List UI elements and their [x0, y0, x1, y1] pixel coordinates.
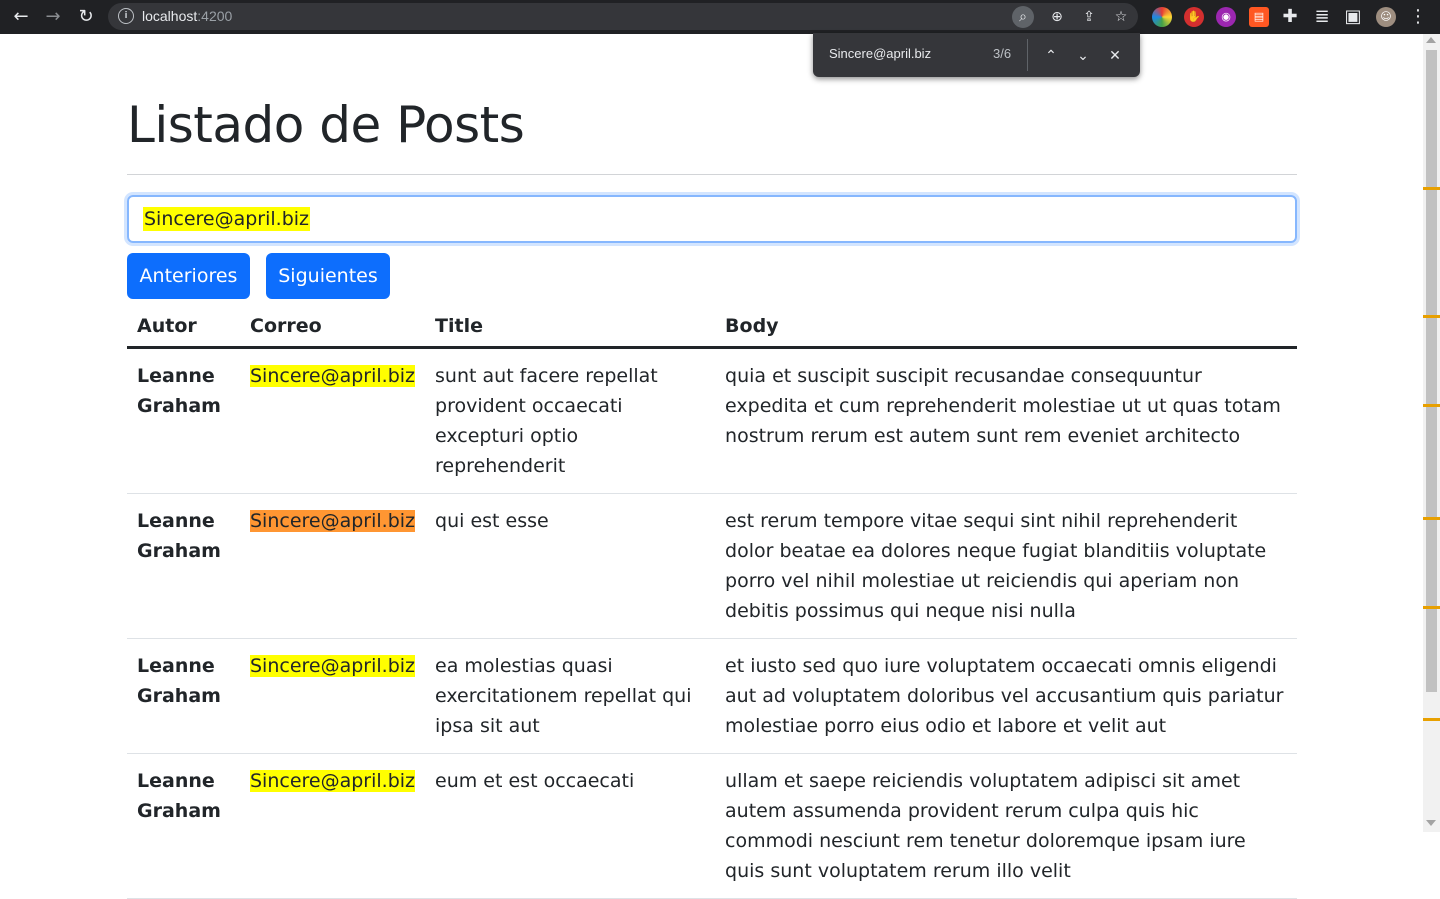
find-match-marker: [1423, 404, 1440, 407]
find-previous-icon[interactable]: ⌃: [1039, 43, 1063, 67]
body-cell: est rerum tempore vitae sequi sint nihil…: [715, 493, 1297, 639]
url-port: :4200: [197, 8, 233, 24]
media-queue-icon[interactable]: ≣: [1309, 4, 1335, 30]
table-header-row: Autor Correo Title Body: [127, 306, 1297, 349]
profile-avatar-icon[interactable]: ☺: [1376, 7, 1396, 27]
address-bar[interactable]: i localhost:4200 ⌕ ⊕ ⇪ ☆: [108, 3, 1138, 30]
title-divider: [127, 174, 1297, 175]
scrollbar-thumb[interactable]: [1426, 50, 1437, 692]
scroll-up-arrow-icon[interactable]: [1426, 37, 1436, 43]
extensions-puzzle-icon[interactable]: ✚: [1277, 4, 1303, 30]
author-cell: Leanne Graham: [127, 638, 240, 754]
search-input-value: Sincere@april.biz: [143, 207, 311, 231]
table-row: Leanne Graham Sincere@april.biz ea moles…: [127, 638, 1297, 754]
table-row: Leanne Graham Sincere@april.biz sunt aut…: [127, 347, 1297, 494]
find-match-marker: [1423, 315, 1440, 318]
find-close-icon[interactable]: ✕: [1103, 43, 1127, 67]
share-icon[interactable]: ⇪: [1078, 6, 1100, 28]
table-row: Leanne Graham Sincere@april.biz eum et e…: [127, 753, 1297, 899]
body-cell: quia et suscipit suscipit recusandae con…: [715, 347, 1297, 494]
email-cell: Sincere@april.biz: [240, 638, 426, 754]
find-match-marker: [1423, 517, 1440, 520]
find-in-page-icon[interactable]: ⌕: [1012, 6, 1034, 28]
title-cell: sunt aut facere repellat provident occae…: [425, 347, 716, 494]
page-title: Listado de Posts: [127, 96, 525, 154]
email-cell: Sincere@april.biz: [240, 753, 426, 899]
sidebar-icon[interactable]: ▣: [1340, 4, 1366, 30]
email-match-highlight: Sincere@april.biz: [250, 365, 416, 387]
find-match-marker: [1423, 606, 1440, 609]
url-text: localhost:4200: [142, 8, 232, 24]
title-cell: ea molestias quasi exercitationem repell…: [425, 638, 716, 754]
find-match-marker: [1423, 187, 1440, 190]
browser-toolbar: ← → ↻ i localhost:4200 ⌕ ⊕ ⇪ ☆ ✋ ◉ ▤ ✚ ≣…: [0, 0, 1440, 34]
off-extension-icon[interactable]: ▤: [1249, 7, 1269, 27]
column-header-autor: Autor: [127, 306, 240, 349]
author-cell: Leanne Graham: [127, 753, 240, 899]
color-extension-icon[interactable]: [1152, 7, 1172, 27]
menu-kebab-icon[interactable]: ⋮: [1405, 4, 1431, 30]
find-match-count: 3/6: [993, 46, 1012, 61]
body-cell: ullam et saepe reiciendis voluptatem adi…: [715, 753, 1297, 899]
posts-table: Autor Correo Title Body Leanne Graham Si…: [127, 306, 1297, 899]
author-cell: Leanne Graham: [127, 493, 240, 639]
site-info-icon[interactable]: i: [118, 8, 134, 24]
title-cell: eum et est occaecati: [425, 753, 716, 899]
find-bar: Sincere@april.biz 3/6 ⌃ ⌄ ✕: [813, 33, 1140, 77]
find-divider: [1027, 39, 1028, 71]
next-button[interactable]: Siguientes: [266, 253, 390, 299]
scroll-down-arrow-icon[interactable]: [1426, 820, 1436, 826]
email-match-highlight: Sincere@april.biz: [250, 770, 416, 792]
reload-icon[interactable]: ↻: [73, 4, 99, 30]
find-next-icon[interactable]: ⌄: [1071, 43, 1095, 67]
forward-icon[interactable]: →: [40, 4, 66, 30]
search-input[interactable]: Sincere@april.biz: [127, 195, 1297, 243]
email-match-highlight: Sincere@april.biz: [250, 655, 416, 677]
find-match-marker: [1423, 718, 1440, 721]
adblock-extension-icon[interactable]: ✋: [1184, 7, 1204, 27]
back-icon[interactable]: ←: [8, 4, 34, 30]
purple-extension-icon[interactable]: ◉: [1216, 7, 1236, 27]
column-header-title: Title: [425, 306, 716, 349]
table-row: Leanne Graham Sincere@april.biz qui est …: [127, 493, 1297, 639]
zoom-icon[interactable]: ⊕: [1046, 6, 1068, 28]
email-current-match-highlight: Sincere@april.biz: [250, 510, 416, 532]
email-cell: Sincere@april.biz: [240, 493, 426, 639]
author-cell: Leanne Graham: [127, 347, 240, 494]
title-cell: qui est esse: [425, 493, 716, 639]
bookmark-star-icon[interactable]: ☆: [1110, 6, 1132, 28]
find-input[interactable]: Sincere@april.biz: [829, 46, 931, 61]
body-cell: et iusto sed quo iure voluptatem occaeca…: [715, 638, 1297, 754]
email-cell: Sincere@april.biz: [240, 347, 426, 494]
column-header-body: Body: [715, 306, 1297, 349]
column-header-correo: Correo: [240, 306, 426, 349]
previous-button[interactable]: Anteriores: [127, 253, 250, 299]
url-host: localhost: [142, 8, 198, 24]
